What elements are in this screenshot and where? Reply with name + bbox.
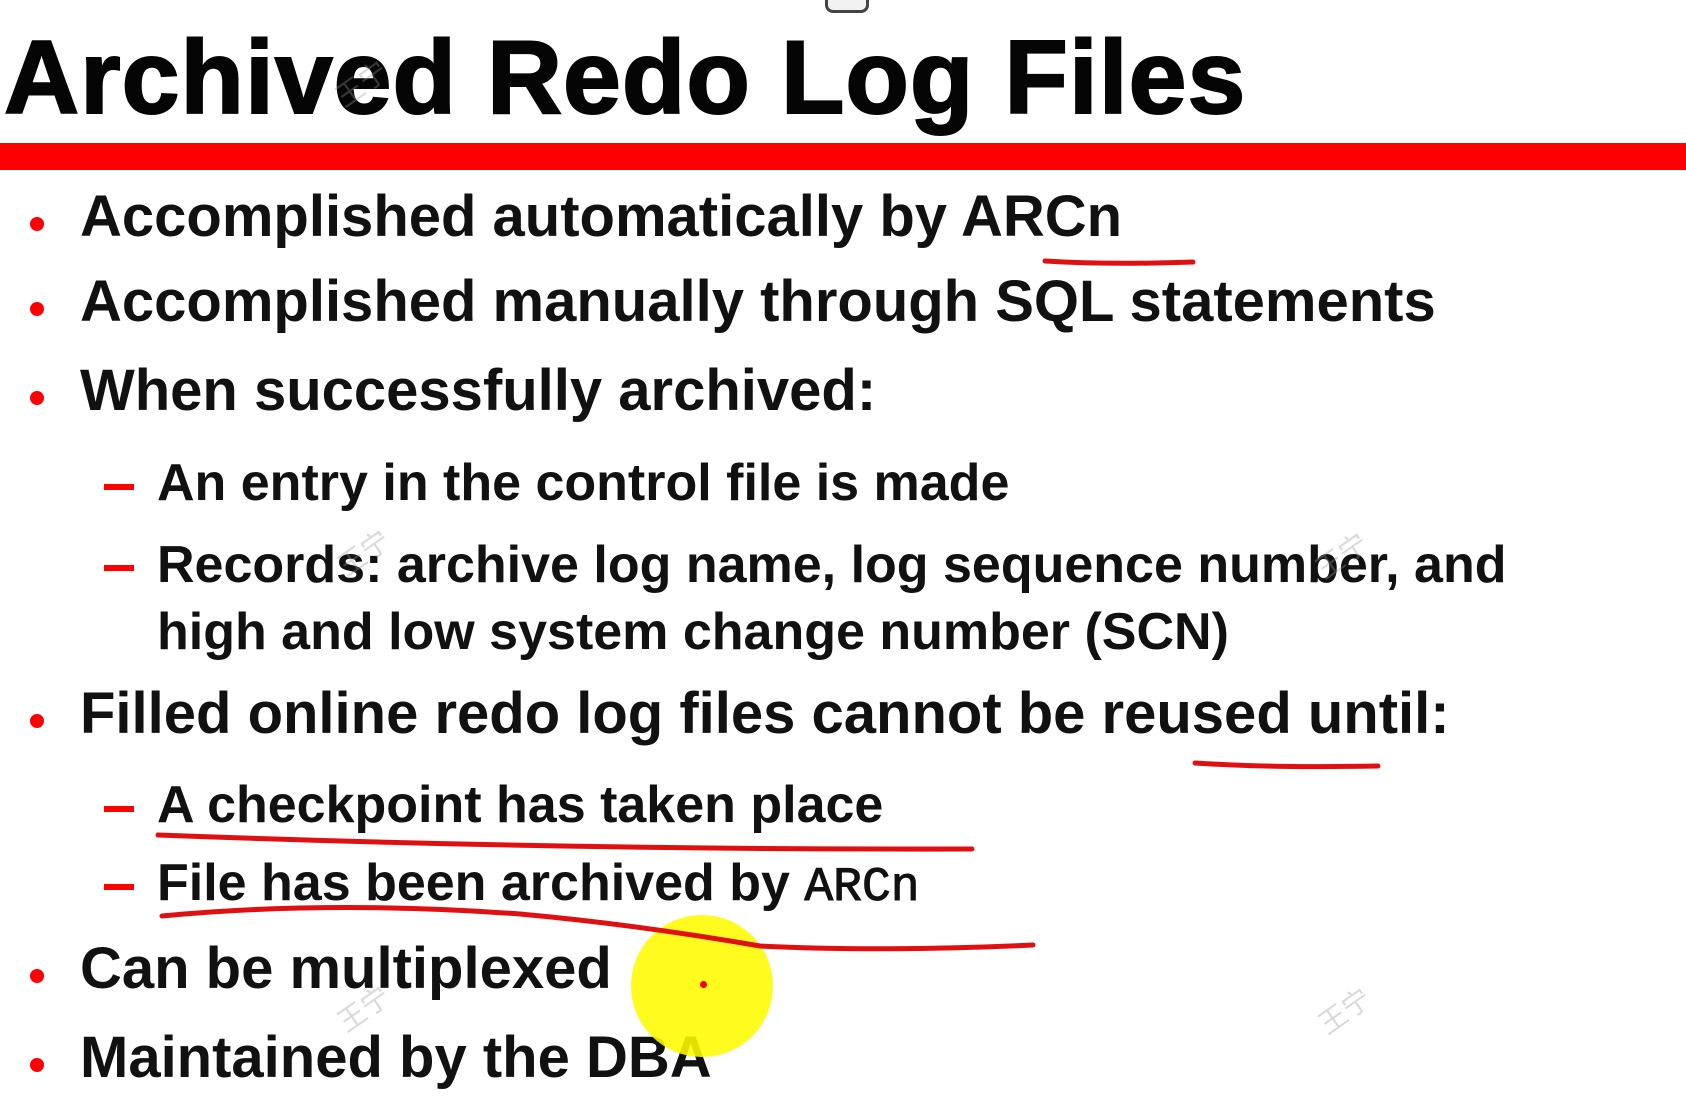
bullet-icon: [30, 969, 44, 983]
title-divider: [0, 143, 1686, 170]
slide-title: Archived Redo Log Files: [3, 19, 1247, 137]
sub-bullet-text: File has been archived by: [157, 854, 805, 912]
bullet-icon: [30, 391, 44, 405]
code-text: ARCn: [804, 861, 920, 916]
dash-icon: [104, 806, 134, 812]
bullet-item: Accomplished automatically by ARCn: [80, 184, 1123, 249]
dash-icon: [104, 884, 134, 890]
underline-arcn: [1042, 258, 1196, 266]
pointer-dot: [700, 981, 707, 988]
window-handle-icon[interactable]: [825, 0, 869, 13]
bullet-item: Maintained by the DBA: [80, 1025, 712, 1090]
bullet-icon: [30, 302, 44, 316]
underline-reused: [1192, 760, 1381, 770]
dash-icon: [104, 484, 134, 490]
sub-bullet-item: A checkpoint has taken place: [157, 776, 884, 834]
sub-bullet-item: An entry in the control file is made: [157, 454, 1010, 512]
sub-bullet-item: File has been archived by ARCn: [157, 850, 920, 921]
bullet-icon: [30, 217, 44, 231]
bullet-item: Filled online redo log files cannot be r…: [80, 681, 1450, 746]
bullet-icon: [30, 714, 44, 728]
bullet-icon: [30, 1058, 44, 1072]
watermark: 王宁: [1312, 981, 1378, 1041]
slide: Archived Redo Log Files Accomplished aut…: [0, 0, 1686, 1120]
dash-icon: [104, 565, 134, 571]
bullet-item: Can be multiplexed: [80, 936, 612, 1001]
bullet-item: When successfully archived:: [80, 358, 877, 423]
sub-bullet-item-continuation: high and low system change number (SCN): [157, 603, 1229, 661]
bullet-item: Accomplished manually through SQL statem…: [80, 269, 1436, 334]
